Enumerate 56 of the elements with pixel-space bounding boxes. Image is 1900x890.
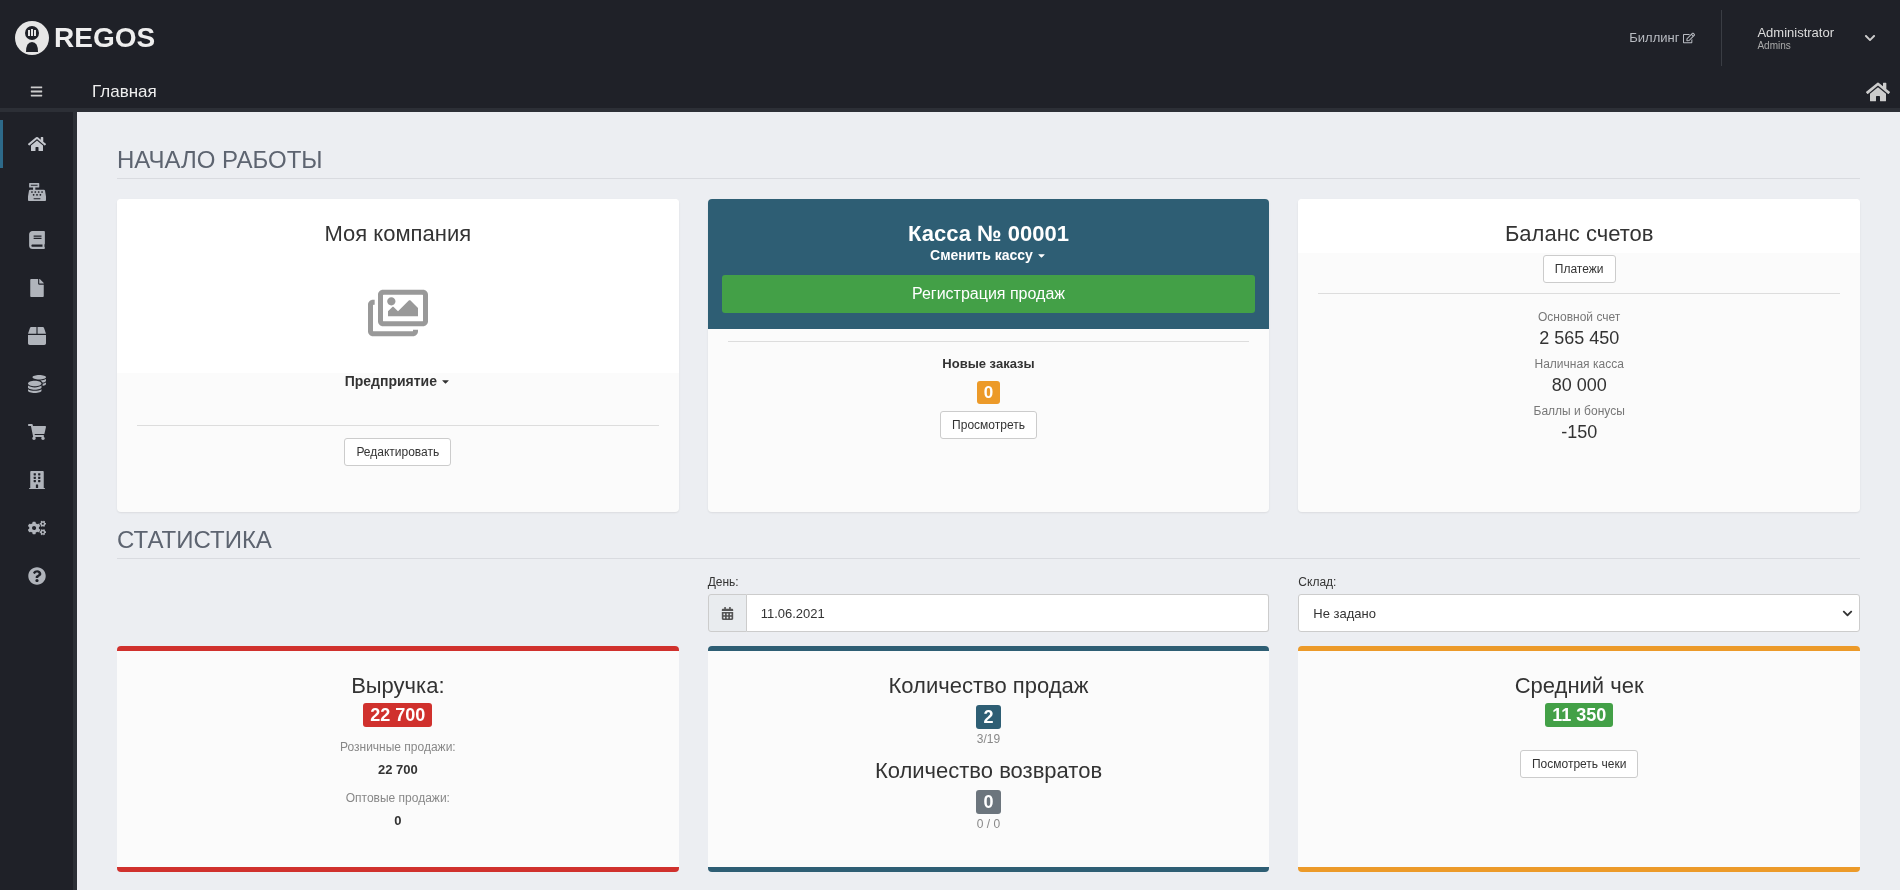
stat-value: 0 (394, 813, 402, 828)
orders-count: 0 (976, 381, 1001, 404)
enterprise-dropdown[interactable]: Предприятие (344, 373, 451, 389)
payments-button[interactable]: Платежи (1542, 255, 1616, 283)
card-title: Баланс счетов (1504, 221, 1654, 247)
user-role: Admins (1757, 39, 1792, 51)
page-title: Главная (91, 81, 158, 102)
stat-label: Оптовые продажи: (345, 791, 450, 805)
stat-label: Розничные продажи: (340, 740, 456, 754)
card-title: Выручка: (351, 673, 445, 699)
logo-icon (14, 19, 50, 56)
account-value: 2 565 450 (1539, 328, 1620, 349)
count-badge: 2 (976, 705, 1001, 729)
card-title: Количество продаж (888, 673, 1089, 699)
count-badge: 0 (976, 790, 1001, 814)
account-label: Основной счет (1538, 310, 1621, 324)
file-icon (27, 279, 46, 297)
section-title: СТАТИСТИКА (117, 526, 1860, 559)
book-icon (27, 231, 46, 249)
count-note: 0 / 0 (976, 817, 1001, 831)
orders-label: Новые заказы (942, 356, 1035, 371)
account-label: Баллы и бонусы (1533, 404, 1625, 418)
user-menu[interactable]: Administrator Admins (1722, 24, 1900, 51)
card-title: Моя компания (324, 221, 472, 247)
warehouse-select[interactable]: Не задано (1298, 594, 1860, 632)
menu-icon (30, 85, 43, 98)
calendar-icon (720, 606, 734, 620)
box-icon (27, 327, 46, 345)
logo-text: REGOS (54, 21, 156, 54)
card-title: Средний чек (1514, 673, 1644, 699)
help-icon (27, 567, 46, 585)
account-value: 80 000 (1551, 375, 1607, 396)
cashbox-title: Касса № 00001 (908, 221, 1069, 247)
user-name: Administrator (1757, 24, 1834, 40)
building-icon (27, 471, 46, 489)
cart-icon (27, 423, 46, 441)
stat-value: 22 700 (377, 762, 418, 777)
coins-icon (27, 375, 46, 393)
switch-cashbox-dropdown[interactable]: Сменить кассу (930, 247, 1047, 263)
home-icon (27, 135, 46, 153)
edit-button[interactable]: Редактировать (344, 438, 452, 466)
view-receipts-button[interactable]: Посмотреть чеки (1519, 750, 1639, 778)
section-title: НАЧАЛО РАБОТЫ (117, 146, 1860, 179)
field-label: Склад: (1298, 575, 1338, 589)
gears-icon (27, 519, 46, 537)
billing-link[interactable]: Биллинг (1603, 30, 1722, 45)
revenue-value: 22 700 (363, 703, 433, 727)
cash-register-icon (27, 183, 46, 201)
count-note: 3/19 (976, 732, 1001, 746)
view-button[interactable]: Просмотреть (940, 411, 1037, 439)
average-value: 11 350 (1545, 703, 1614, 727)
account-value: -150 (1561, 422, 1598, 443)
card-title: Количество возвратов (874, 758, 1103, 784)
date-field[interactable]: 11.06.2021 (746, 594, 1270, 632)
account-label: Наличная касса (1534, 357, 1624, 371)
field-label: День: (707, 575, 740, 589)
